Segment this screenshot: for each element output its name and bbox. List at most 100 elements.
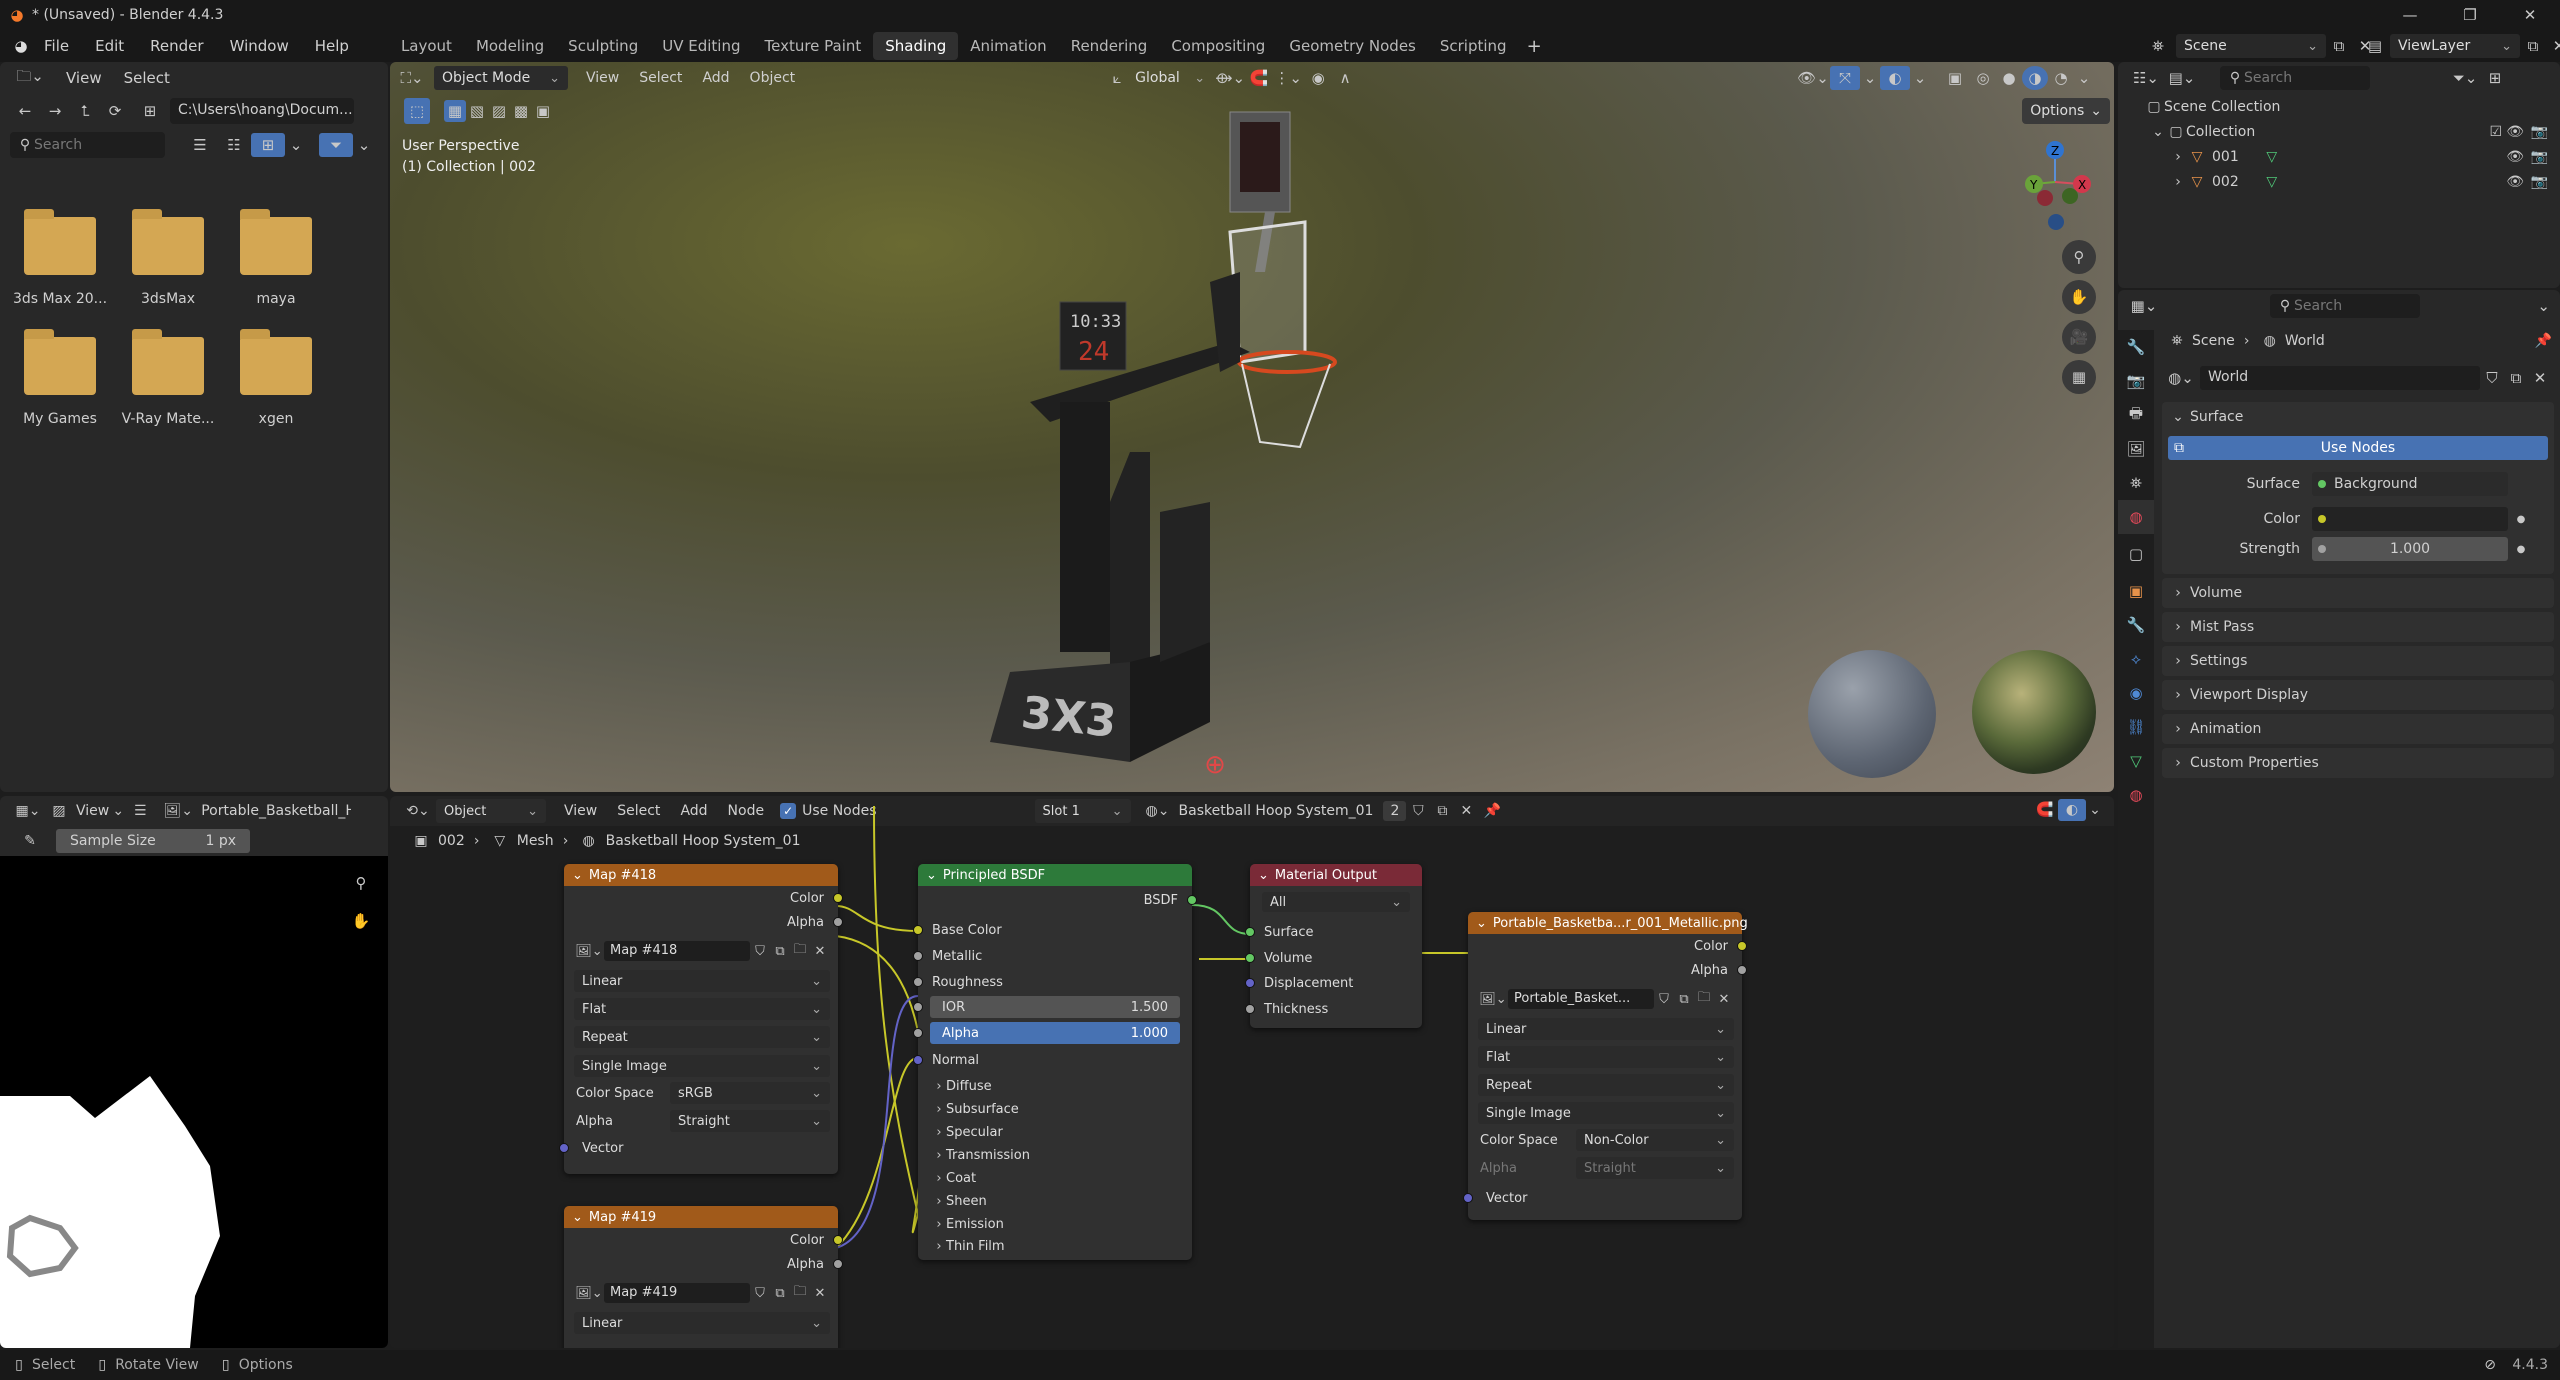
snap-icon[interactable]: 🧲: [1247, 69, 1271, 87]
unlink-icon[interactable]: ✕: [810, 1286, 830, 1301]
section-specular[interactable]: › Specular: [918, 1122, 1192, 1142]
shading-options-icon[interactable]: ⌄: [2074, 69, 2094, 87]
projection-selector[interactable]: Flat: [574, 998, 830, 1020]
alpha-mode-selector[interactable]: Straight: [670, 1110, 830, 1132]
fb-menu-view[interactable]: View: [66, 69, 102, 87]
visibility-icon[interactable]: 👁⌄: [1796, 69, 1830, 87]
vp-menu-add[interactable]: Add: [702, 70, 729, 86]
xray-icon[interactable]: ▣: [1940, 69, 1970, 87]
output-tab-icon[interactable]: 🖶: [2118, 398, 2154, 432]
ior-field[interactable]: IOR 1.500: [930, 996, 1180, 1018]
strength-field[interactable]: 1.000: [2312, 537, 2508, 561]
duplicate-icon[interactable]: ⧉: [770, 1286, 790, 1301]
ie-menu-view[interactable]: View: [76, 803, 109, 819]
panel-viewport-display[interactable]: › Viewport Display: [2162, 680, 2554, 710]
editor-type-icon[interactable]: ⛶⌄: [390, 69, 434, 87]
chevron-right-icon[interactable]: ›: [2170, 174, 2186, 190]
scene-icon[interactable]: ⛯: [2140, 37, 2176, 55]
viewport-3d[interactable]: ⛶⌄ Object Mode View Select Add Object ⟀ …: [390, 62, 2114, 792]
properties-search-input[interactable]: ⚲ Search: [2270, 294, 2420, 318]
pan-hand-icon[interactable]: ✋: [2062, 280, 2096, 314]
editor-type-icon[interactable]: ▦⌄: [2126, 297, 2162, 315]
unlink-icon[interactable]: ✕: [2528, 369, 2552, 387]
eyedropper-icon[interactable]: ✎: [18, 833, 42, 849]
folder-item[interactable]: 3dsMax: [114, 209, 222, 307]
panel-settings[interactable]: › Settings: [2162, 646, 2554, 676]
chevron-down-icon[interactable]: ⌄: [1258, 868, 1269, 883]
outliner-row-collection[interactable]: ⌄ ▢ Collection ☑ 👁 📷: [2118, 119, 2560, 144]
overlay-toggle-icon[interactable]: ◐: [1880, 66, 1910, 90]
wireframe-shading-icon[interactable]: ◎: [1970, 69, 1996, 87]
open-file-icon[interactable]: 🗀: [790, 940, 810, 962]
filter-options-icon[interactable]: ⌄: [353, 136, 375, 154]
panel-mist-pass[interactable]: › Mist Pass: [2162, 612, 2554, 642]
duplicate-icon[interactable]: ⧉: [2504, 369, 2528, 387]
tab-modeling[interactable]: Modeling: [464, 32, 556, 60]
tab-uv-editing[interactable]: UV Editing: [650, 32, 752, 60]
world-tab-icon[interactable]: ◍: [2118, 500, 2154, 534]
tab-sculpting[interactable]: Sculpting: [556, 32, 650, 60]
new-scene-icon[interactable]: ⧉: [2326, 37, 2352, 55]
orientation-selector[interactable]: Global: [1127, 66, 1213, 90]
base-color-input-socket[interactable]: [913, 925, 923, 935]
fake-user-icon[interactable]: ⛉: [2480, 369, 2504, 387]
menu-lines-icon[interactable]: ☰: [127, 803, 153, 819]
tab-compositing[interactable]: Compositing: [1159, 32, 1277, 60]
color-space-selector[interactable]: sRGB: [670, 1082, 830, 1104]
constraints-tab-icon[interactable]: ⛓: [2118, 710, 2154, 744]
alpha-output-socket[interactable]: [1737, 965, 1747, 975]
interpolation-selector[interactable]: Linear: [1478, 1018, 1734, 1040]
select-subtract-icon[interactable]: ▨: [488, 102, 510, 120]
checkbox-icon[interactable]: ☑: [2489, 124, 2502, 140]
display-mode-icon[interactable]: ▤⌄: [2164, 69, 2200, 87]
list-vertical-icon[interactable]: ☰: [183, 136, 217, 154]
view-layer-icon[interactable]: ▤: [2360, 37, 2390, 55]
editor-type-icon[interactable]: 🗀⌄: [10, 66, 50, 91]
rendered-shading-icon[interactable]: ◔: [2048, 69, 2074, 87]
proportional-edit-icon[interactable]: ◉: [1305, 69, 1331, 87]
blender-menu-icon[interactable]: ◕: [6, 37, 36, 55]
projection-selector[interactable]: Flat: [1478, 1046, 1734, 1068]
image-icon[interactable]: 🖼⌄: [1478, 992, 1508, 1007]
image-datablock-field[interactable]: Portable_Basket...: [1508, 989, 1654, 1009]
gizmo-toggle-icon[interactable]: ⤧: [1830, 66, 1860, 90]
filter-icon[interactable]: ⏷: [319, 133, 353, 157]
material-shading-icon[interactable]: ◑: [2022, 66, 2048, 90]
section-diffuse[interactable]: › Diffuse: [918, 1076, 1192, 1096]
extension-selector[interactable]: Repeat: [574, 1026, 830, 1048]
select-tool-icon[interactable]: ⬚: [404, 98, 430, 124]
section-subsurface[interactable]: › Subsurface: [918, 1099, 1192, 1119]
path-field[interactable]: C:\Users\hoang\Docum...: [170, 98, 354, 124]
camera-view-icon[interactable]: 🎥: [2062, 320, 2096, 354]
image-datablock-field[interactable]: Map #419: [604, 1283, 750, 1303]
menu-help[interactable]: Help: [315, 37, 349, 55]
folder-item[interactable]: V-Ray Mate...: [114, 329, 222, 427]
menu-render[interactable]: Render: [150, 37, 203, 55]
new-folder-icon[interactable]: ⊞: [130, 102, 170, 120]
zoom-icon[interactable]: ⚲: [2062, 240, 2096, 274]
eye-icon[interactable]: 👁: [2506, 174, 2524, 190]
section-sheen[interactable]: › Sheen: [918, 1191, 1192, 1211]
chevron-down-icon[interactable]: ⌄: [572, 1210, 583, 1225]
thickness-input-socket[interactable]: [1245, 1004, 1255, 1014]
panel-volume[interactable]: › Volume: [2162, 578, 2554, 608]
use-nodes-button[interactable]: ⧉ Use Nodes: [2168, 436, 2548, 460]
unlink-icon[interactable]: ✕: [1714, 992, 1734, 1007]
render-tab-icon[interactable]: 📷: [2118, 364, 2154, 398]
minimize-icon[interactable]: —: [2380, 6, 2440, 24]
volume-input-socket[interactable]: [1245, 953, 1255, 963]
parent-dir-icon[interactable]: ⮤: [70, 102, 100, 120]
shader-node-editor[interactable]: ⟲⌄ Object View Select Add Node ✓ Use Nod…: [390, 796, 2114, 1348]
folder-item[interactable]: 3ds Max 20...: [6, 209, 114, 307]
source-selector[interactable]: Single Image: [574, 1055, 830, 1077]
pan-hand-icon[interactable]: ✋: [346, 906, 376, 936]
new-view-layer-icon[interactable]: ⧉: [2520, 37, 2546, 55]
gizmo-options-icon[interactable]: ⌄: [1860, 69, 1880, 87]
overlay-options-icon[interactable]: ⌄: [1910, 69, 1930, 87]
metallic-input-socket[interactable]: [913, 951, 923, 961]
data-tab-icon[interactable]: ▽: [2118, 744, 2154, 778]
navigation-gizmo[interactable]: Z X Y: [2010, 132, 2100, 232]
editor-type-icon[interactable]: ☷⌄: [2128, 69, 2164, 87]
color-space-selector[interactable]: Non-Color: [1576, 1129, 1734, 1151]
tab-rendering[interactable]: Rendering: [1059, 32, 1160, 60]
